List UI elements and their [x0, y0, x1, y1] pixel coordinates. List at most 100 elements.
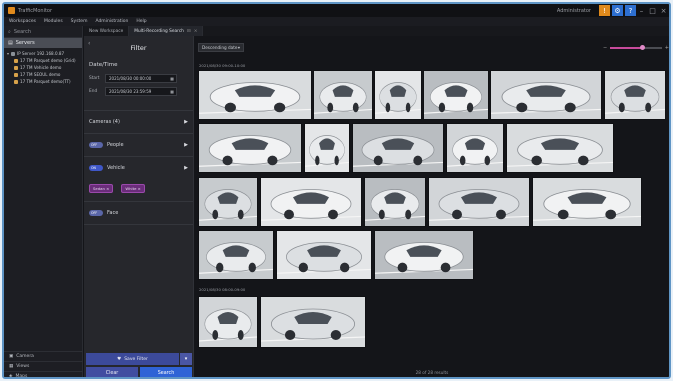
- chip-white[interactable]: White ×: [121, 184, 145, 193]
- servers-header[interactable]: ▤ Servers: [4, 38, 82, 48]
- zoom-fill: [610, 46, 643, 49]
- camera-icon: [14, 58, 18, 63]
- vehicle-thumbnail[interactable]: [446, 123, 504, 173]
- chevron-right-icon: ▶: [184, 119, 188, 125]
- people-toggle[interactable]: OFF: [89, 142, 103, 148]
- vehicle-thumbnail[interactable]: [490, 70, 602, 120]
- start-datetime-field[interactable]: 2021/08/30 00:00:00 ▦: [105, 74, 177, 83]
- vehicle-thumbnail[interactable]: [276, 230, 372, 280]
- vehicle-thumbnail[interactable]: [304, 123, 350, 173]
- vehicle-thumbnail[interactable]: [428, 177, 530, 227]
- tab-multi-recording-search[interactable]: Multi-Recording Search ⊟ ×: [129, 26, 204, 36]
- start-value: 2021/08/30 00:00:00: [109, 76, 152, 81]
- face-row[interactable]: OFF Face: [84, 207, 193, 219]
- calendar-icon[interactable]: ▦: [170, 76, 174, 81]
- vehicle-image: [261, 178, 361, 226]
- tab-label: New Workspace: [89, 28, 124, 34]
- vehicle-toggle[interactable]: ON: [89, 165, 103, 171]
- vehicle-thumbnail[interactable]: [364, 177, 426, 227]
- vehicle-thumbnail[interactable]: [260, 296, 366, 348]
- menu-workspaces[interactable]: Workspaces: [9, 19, 36, 24]
- filter-title: Filter: [130, 44, 147, 52]
- end-label: End: [89, 89, 98, 94]
- date-time-label: Date/Time: [89, 62, 118, 68]
- nav-camera[interactable]: ▣ Camera: [4, 351, 83, 361]
- settings-icon[interactable]: ⚙: [612, 5, 623, 16]
- people-row[interactable]: OFF People ▶: [84, 139, 193, 151]
- app-logo-icon: [8, 7, 15, 14]
- vehicle-thumbnail[interactable]: [506, 123, 614, 173]
- tree-camera[interactable]: 17 TM Parquet demo (Grid): [4, 57, 82, 64]
- zoom-track[interactable]: [610, 44, 662, 50]
- nav-views[interactable]: ▦ Views: [4, 361, 83, 371]
- end-datetime-field[interactable]: 2021/08/30 23:59:59 ▦: [105, 87, 177, 96]
- tree-search-label: Search: [13, 28, 31, 35]
- tree-camera[interactable]: 17 TM Vehicle demo: [4, 64, 82, 71]
- user-name[interactable]: Administrator: [557, 8, 591, 14]
- tree-camera[interactable]: 17 TM SEOUL demo: [4, 71, 82, 78]
- vehicle-thumbnail[interactable]: [374, 70, 422, 120]
- vehicle-row[interactable]: ON Vehicle ▶: [84, 162, 193, 174]
- tab-label: Multi-Recording Search: [134, 28, 184, 34]
- vehicle-thumbnail[interactable]: [198, 123, 302, 173]
- zoom-out-icon[interactable]: −: [603, 45, 607, 51]
- tree-camera[interactable]: 17 TM Parquet demo(TT): [4, 78, 82, 85]
- vehicle-thumbnail[interactable]: [198, 177, 258, 227]
- map-icon: ◈: [9, 374, 13, 379]
- divider: [84, 110, 193, 111]
- minimize-icon[interactable]: –: [636, 7, 647, 15]
- vehicle-thumbnail[interactable]: [260, 177, 362, 227]
- vehicle-thumbnail[interactable]: [374, 230, 474, 280]
- close-icon[interactable]: ×: [658, 7, 669, 15]
- vehicle-thumbnail[interactable]: [313, 70, 373, 120]
- heart-icon: ♥: [117, 356, 122, 362]
- back-icon[interactable]: ‹: [88, 40, 90, 47]
- vehicle-image: [507, 124, 613, 172]
- vehicle-chips: Sedan × White ×: [84, 174, 193, 196]
- search-button[interactable]: Search: [140, 367, 192, 377]
- chip-sedan[interactable]: Sedan ×: [89, 184, 114, 193]
- end-row: End 2021/08/30 23:59:59 ▦: [84, 85, 193, 98]
- zoom-handle[interactable]: [639, 44, 645, 50]
- maximize-icon[interactable]: □: [647, 7, 658, 15]
- vehicle-image: [447, 124, 503, 172]
- nav-maps[interactable]: ◈ Maps: [4, 371, 83, 379]
- cameras-row[interactable]: Cameras (4) ▶: [84, 116, 193, 128]
- chevron-down-icon[interactable]: ▾: [180, 353, 192, 365]
- menu-help[interactable]: Help: [136, 19, 146, 24]
- sort-dropdown[interactable]: Descending date ▾: [198, 43, 244, 52]
- menu-administration[interactable]: Administration: [95, 19, 128, 24]
- vehicle-thumbnail[interactable]: [198, 230, 274, 280]
- tab-close-icon[interactable]: ×: [194, 29, 198, 34]
- clear-button[interactable]: Clear: [86, 367, 138, 377]
- vehicle-thumbnail[interactable]: [604, 70, 666, 120]
- help-icon[interactable]: ?: [625, 5, 636, 16]
- zoom-in-icon[interactable]: +: [665, 45, 669, 51]
- notification-icon[interactable]: !: [599, 5, 610, 16]
- zoom-slider[interactable]: − +: [603, 44, 669, 51]
- divider: [84, 133, 193, 134]
- tab-new-workspace[interactable]: New Workspace: [84, 26, 130, 36]
- tree-server[interactable]: ▾ IP Server 192.168.0.87: [4, 50, 82, 57]
- vehicle-thumbnail[interactable]: [198, 296, 258, 348]
- nav-views-label: Views: [16, 364, 30, 369]
- camera-nav-icon: ▣: [9, 354, 14, 359]
- chevron-right-icon: ▶: [184, 142, 188, 148]
- tree-camera-label: 17 TM Parquet demo(TT): [20, 79, 71, 84]
- filter-panel: ‹ Filter Date/Time Start 2021/08/30 00:0…: [84, 36, 194, 377]
- vehicle-thumbnail[interactable]: [423, 70, 489, 120]
- vehicle-thumbnail[interactable]: [198, 70, 312, 120]
- tab-pin-icon[interactable]: ⊟: [187, 29, 191, 34]
- chevron-down-icon: ▾: [237, 45, 240, 50]
- vehicle-thumbnail[interactable]: [532, 177, 642, 227]
- menu-modules[interactable]: Modules: [44, 19, 63, 24]
- calendar-icon[interactable]: ▦: [170, 89, 174, 94]
- save-filter-button[interactable]: ♥ Save Filter: [86, 353, 179, 365]
- tree-camera-label: 17 TM Parquet demo (Grid): [20, 58, 76, 63]
- menu-system[interactable]: System: [71, 19, 88, 24]
- group-date-header: 2021/08/30 08:00-09:00: [199, 287, 246, 292]
- vehicle-thumbnail[interactable]: [352, 123, 444, 173]
- tree-search[interactable]: ⌕ Search: [4, 26, 82, 38]
- face-toggle[interactable]: OFF: [89, 210, 103, 216]
- vehicle-image: [533, 178, 641, 226]
